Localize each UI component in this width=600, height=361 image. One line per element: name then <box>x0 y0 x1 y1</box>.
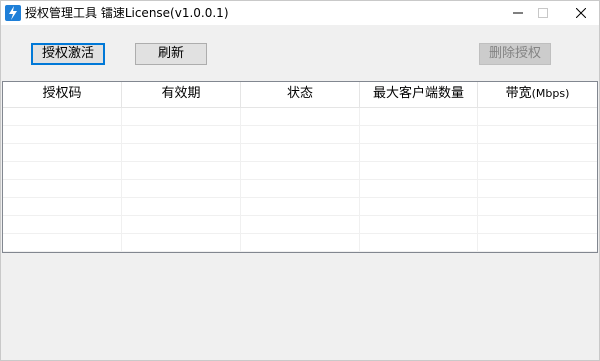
bandwidth-unit: (Mbps) <box>531 87 570 100</box>
table-cell <box>3 108 122 125</box>
table-cell <box>360 162 478 179</box>
window-title: 授权管理工具 镭速License(v1.0.0.1) <box>25 6 229 20</box>
table-cell <box>478 144 597 161</box>
table-row <box>3 162 597 180</box>
table-body <box>3 108 597 252</box>
license-table[interactable]: 授权码 有效期 状态 最大客户端数量 带宽(Mbps) <box>2 81 598 253</box>
table-cell <box>241 234 360 251</box>
table-cell <box>360 144 478 161</box>
column-header-validity[interactable]: 有效期 <box>122 82 241 107</box>
close-button[interactable] <box>562 1 600 25</box>
table-cell <box>478 180 597 197</box>
table-cell <box>360 198 478 215</box>
table-cell <box>478 216 597 233</box>
table-cell <box>3 198 122 215</box>
column-header-status[interactable]: 状态 <box>241 82 360 107</box>
table-cell <box>360 108 478 125</box>
table-cell <box>3 216 122 233</box>
table-cell <box>122 216 241 233</box>
table-cell <box>122 108 241 125</box>
table-cell <box>122 180 241 197</box>
table-cell <box>360 216 478 233</box>
table-row <box>3 126 597 144</box>
table-cell <box>241 216 360 233</box>
table-row <box>3 216 597 234</box>
table-cell <box>478 234 597 251</box>
column-header-max-clients[interactable]: 最大客户端数量 <box>360 82 478 107</box>
table-header: 授权码 有效期 状态 最大客户端数量 带宽(Mbps) <box>3 82 597 108</box>
table-cell <box>360 234 478 251</box>
table-cell <box>3 126 122 143</box>
table-cell <box>478 126 597 143</box>
table-cell <box>241 180 360 197</box>
table-cell <box>122 162 241 179</box>
delete-license-button[interactable]: 删除授权 <box>479 43 551 65</box>
table-cell <box>478 162 597 179</box>
table-cell <box>122 198 241 215</box>
table-cell <box>122 234 241 251</box>
table-cell <box>3 234 122 251</box>
table-cell <box>241 162 360 179</box>
table-cell <box>241 108 360 125</box>
table-row <box>3 198 597 216</box>
table-cell <box>122 144 241 161</box>
table-cell <box>478 198 597 215</box>
column-header-license-code[interactable]: 授权码 <box>3 82 122 107</box>
table-row <box>3 108 597 126</box>
license-tool-window: 授权管理工具 镭速License(v1.0.0.1) 授权激活 刷新 删除授权 … <box>0 0 600 361</box>
table-cell <box>3 144 122 161</box>
table-row <box>3 180 597 198</box>
table-row <box>3 234 597 252</box>
table-cell <box>3 162 122 179</box>
activate-license-button[interactable]: 授权激活 <box>31 43 105 65</box>
table-cell <box>360 180 478 197</box>
bandwidth-label: 带宽 <box>505 86 532 101</box>
table-cell <box>241 198 360 215</box>
minimize-icon <box>513 12 523 14</box>
table-cell <box>122 126 241 143</box>
table-cell <box>360 126 478 143</box>
maximize-button[interactable] <box>524 1 562 25</box>
lightning-icon <box>5 5 21 21</box>
table-cell <box>478 108 597 125</box>
refresh-button[interactable]: 刷新 <box>135 43 207 65</box>
table-cell <box>241 126 360 143</box>
table-row <box>3 144 597 162</box>
column-header-bandwidth[interactable]: 带宽(Mbps) <box>478 82 597 107</box>
title-bar[interactable]: 授权管理工具 镭速License(v1.0.0.1) <box>1 1 599 25</box>
maximize-icon <box>538 8 548 18</box>
table-cell <box>3 180 122 197</box>
close-icon <box>576 8 586 18</box>
table-cell <box>241 144 360 161</box>
